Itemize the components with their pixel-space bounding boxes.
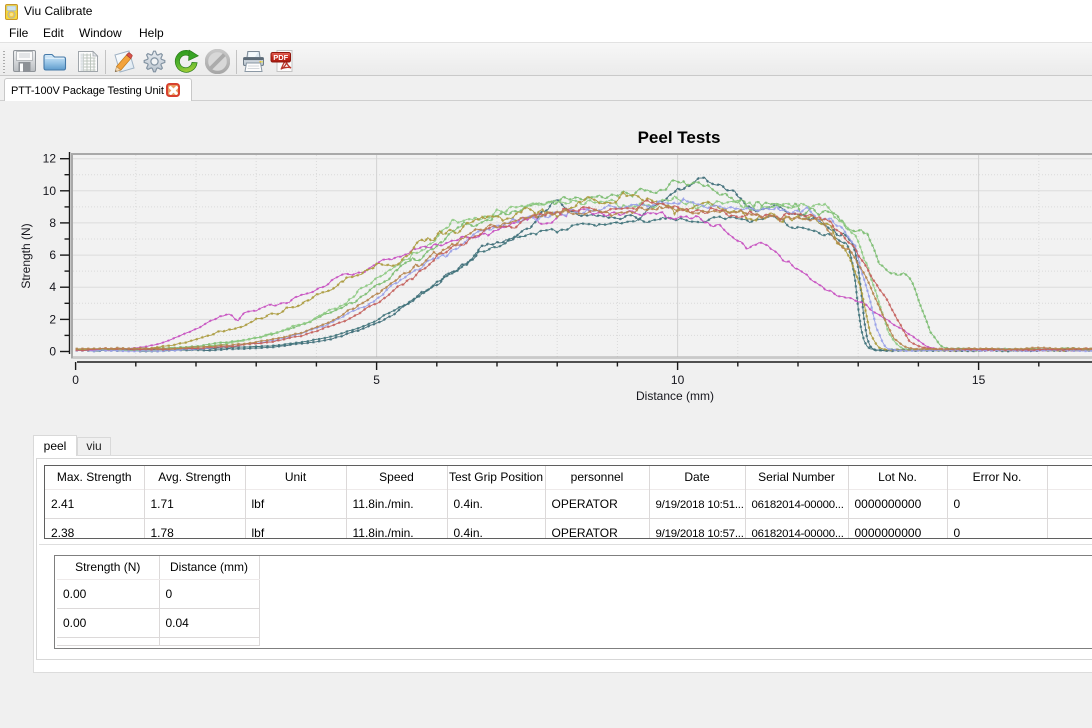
svg-text:0: 0: [72, 373, 79, 387]
svg-text:10: 10: [43, 184, 57, 198]
svg-text:Distance (mm): Distance (mm): [636, 389, 714, 403]
svg-text:5: 5: [373, 373, 380, 387]
svg-text:PDF: PDF: [273, 53, 288, 62]
svg-text:Strength (N): Strength (N): [19, 223, 33, 288]
svg-text:12: 12: [43, 152, 57, 166]
svg-text:2: 2: [49, 312, 56, 326]
svg-text:0: 0: [49, 345, 56, 359]
svg-text:15: 15: [972, 373, 986, 387]
svg-text:6: 6: [49, 248, 56, 262]
svg-text:4: 4: [49, 280, 56, 294]
svg-text:10: 10: [671, 373, 685, 387]
svg-text:8: 8: [49, 216, 56, 230]
